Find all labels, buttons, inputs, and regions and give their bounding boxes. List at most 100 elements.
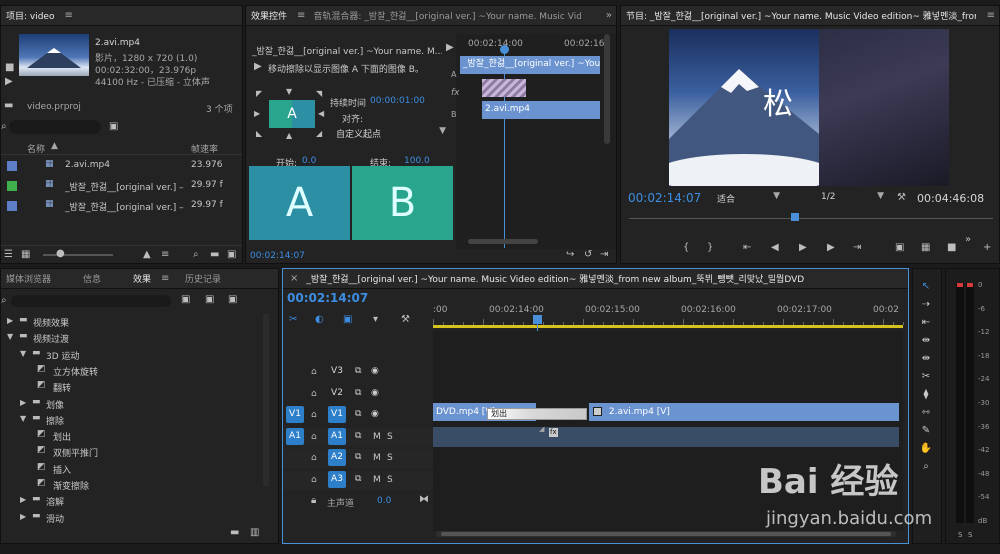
duration-value[interactable]: 00:00:01:00 — [370, 96, 425, 106]
sync-lock-icon[interactable]: ⧉ — [355, 409, 361, 419]
label-color-swatch[interactable] — [7, 181, 17, 191]
effect-controls-timecode[interactable]: 00:02:14:07 — [250, 251, 305, 261]
sequence-title[interactable]: _밤잘_햔걿__[original ver.] ~Your name. Musi… — [306, 272, 804, 285]
list-item[interactable]: ▦ _밤잘_햔걿__[original ver.] – 29.97 f — [1, 177, 242, 195]
mute-button[interactable]: M — [373, 432, 381, 442]
arrow-sw-icon[interactable]: ◣ — [256, 128, 262, 140]
snap-icon[interactable]: ✂ — [289, 314, 297, 326]
lock-icon[interactable]: ⌂ — [311, 453, 317, 463]
track-target-v2[interactable]: V2 — [328, 385, 346, 402]
arrow-s-icon[interactable]: ▲ — [286, 130, 292, 142]
work-area-bar[interactable] — [433, 325, 903, 328]
track-target-v3[interactable]: V3 — [328, 363, 346, 380]
eye-icon[interactable]: ◉ — [371, 366, 379, 376]
solo-right[interactable]: S — [968, 531, 972, 539]
play-thumbnail-icon[interactable]: ▶ — [5, 76, 13, 88]
effects-item[interactable]: ◩ 渐变擦除 — [1, 477, 261, 493]
marker-icon[interactable]: ▾ — [373, 314, 378, 326]
panel-menu-icon[interactable]: ≡ — [161, 273, 169, 284]
lock-icon[interactable]: ⌂ — [311, 389, 317, 399]
collapsed-arrow-icon[interactable]: ▶ — [7, 316, 13, 325]
slip-tool-icon[interactable]: ⧫ — [915, 387, 937, 403]
collapsed-arrow-icon[interactable]: ▶ — [20, 512, 26, 521]
add-button-icon[interactable]: + — [983, 242, 991, 254]
wrench-icon[interactable]: ⚒ — [897, 192, 906, 204]
slide-tool-icon[interactable]: ⇿ — [915, 405, 937, 421]
arrow-nw-icon[interactable]: ◤ — [256, 88, 262, 100]
eye-icon[interactable]: ◉ — [371, 409, 379, 419]
effects-folder[interactable]: ▼ ▬ 擦除 — [1, 412, 261, 428]
panel-menu-icon[interactable]: ≡ — [987, 10, 995, 21]
lift-icon[interactable]: ▣ — [895, 242, 904, 254]
rate-stretch-tool-icon[interactable]: ⇹ — [915, 351, 937, 367]
list-item[interactable]: ▦ _밤잘_햔걿__[original ver.] – 29.97 f — [1, 197, 242, 215]
new-item-icon[interactable]: ▣ — [227, 249, 236, 261]
mini-transition[interactable] — [482, 79, 526, 97]
transition-wipe[interactable]: 划出 — [487, 408, 587, 420]
sync-lock-icon[interactable]: ⧉ — [355, 388, 361, 398]
sync-lock-icon[interactable]: ⧉ — [355, 452, 361, 462]
project-tab[interactable]: 项目: video — [6, 9, 54, 22]
export-frame-icon[interactable]: ⇥ — [600, 249, 608, 261]
tab-media-browser[interactable]: 媒体浏览器 — [6, 272, 51, 285]
master-jump-icon[interactable]: ⧓ — [419, 494, 429, 506]
tab-history[interactable]: 历史记录 — [185, 272, 221, 285]
sort-icon[interactable]: ▲ — [143, 249, 151, 261]
new-folder-icon[interactable]: ▬ — [210, 249, 219, 261]
mini-clip-a[interactable]: _밤잘_햔걿__[original ver.] ~Your — [460, 56, 600, 74]
expanded-arrow-icon[interactable]: ▼ — [7, 332, 13, 341]
scroll-bar[interactable] — [468, 239, 538, 244]
mark-out-icon[interactable]: } — [707, 242, 713, 254]
add-marker-icon[interactable]: ▣ — [343, 314, 352, 326]
arrow-ne-icon[interactable]: ◥ — [316, 88, 322, 100]
close-icon[interactable]: × — [290, 273, 298, 284]
effects-item[interactable]: ◩ 翻转 — [1, 379, 261, 395]
expanded-arrow-icon[interactable]: ▼ — [20, 349, 26, 358]
mini-playhead-head[interactable] — [500, 45, 509, 54]
mute-button[interactable]: M — [373, 475, 381, 485]
effects-search-input[interactable] — [11, 295, 171, 307]
track-select-tool-icon[interactable]: ⇢ — [915, 297, 937, 313]
effects-item[interactable]: ◩ 划出 — [1, 428, 261, 444]
col-framerate[interactable]: 帧速率 — [191, 142, 218, 155]
delete-icon[interactable]: ▥ — [250, 527, 259, 539]
go-to-in-icon[interactable]: ⇤ — [743, 242, 751, 254]
automate-icon[interactable]: ≡ — [161, 249, 169, 261]
arrow-se-icon[interactable]: ◢ — [316, 128, 322, 140]
mini-clip-b[interactable]: 2.avi.mp4 — [482, 101, 600, 119]
track-target-a3[interactable]: A3 — [328, 470, 346, 488]
collapsed-arrow-icon[interactable]: ▶ — [20, 398, 26, 407]
solo-left[interactable]: S — [958, 531, 962, 539]
loop-icon[interactable]: ↺ — [584, 249, 592, 261]
ripple-edit-tool-icon[interactable]: ⇤ — [915, 315, 937, 331]
accelerated-effects-icon[interactable]: ▣ — [181, 294, 190, 306]
clip-audio[interactable]: fx — [433, 427, 899, 447]
tab-effects[interactable]: 效果 — [133, 272, 151, 285]
timeline-playhead-head[interactable] — [533, 315, 542, 324]
more-controls-icon[interactable]: » — [965, 234, 971, 246]
sync-lock-icon[interactable]: ⧉ — [355, 366, 361, 376]
label-color-swatch[interactable] — [7, 161, 17, 171]
end-value[interactable]: 100.0 — [404, 156, 430, 166]
effects-folder[interactable]: ▼ ▬ 3D 运动 — [1, 347, 261, 363]
eye-icon[interactable]: ◉ — [371, 388, 379, 398]
label-color-swatch[interactable] — [7, 201, 17, 211]
master-value[interactable]: 0.0 — [377, 496, 391, 506]
step-forward-icon[interactable]: ▶ — [827, 242, 835, 254]
sync-lock-icon[interactable]: ⧉ — [355, 474, 361, 484]
lock-icon[interactable]: ⌂ — [311, 475, 317, 485]
panel-menu-icon[interactable]: ≡ — [64, 10, 72, 21]
extract-icon[interactable]: ▦ — [921, 242, 930, 254]
arrow-w-icon[interactable]: ▶ — [254, 108, 260, 120]
list-item[interactable]: ▦ 2.avi.mp4 23.976 — [1, 157, 242, 175]
zoom-tool-icon[interactable]: ⌕ — [915, 459, 937, 475]
lock-icon[interactable]: 🔒︎ — [311, 495, 316, 507]
expanded-arrow-icon[interactable]: ▼ — [20, 414, 26, 423]
go-to-out-icon[interactable]: ⇥ — [853, 242, 861, 254]
tab-info[interactable]: 信息 — [83, 272, 101, 285]
track-target-v1[interactable]: V1 — [328, 406, 346, 423]
yuv-effects-icon[interactable]: ▣ — [228, 294, 237, 306]
camera-icon[interactable]: ■ — [947, 242, 956, 254]
expand-arrow-icon[interactable]: ▶ — [446, 42, 454, 54]
source-patch-v1[interactable]: V1 — [286, 406, 304, 423]
